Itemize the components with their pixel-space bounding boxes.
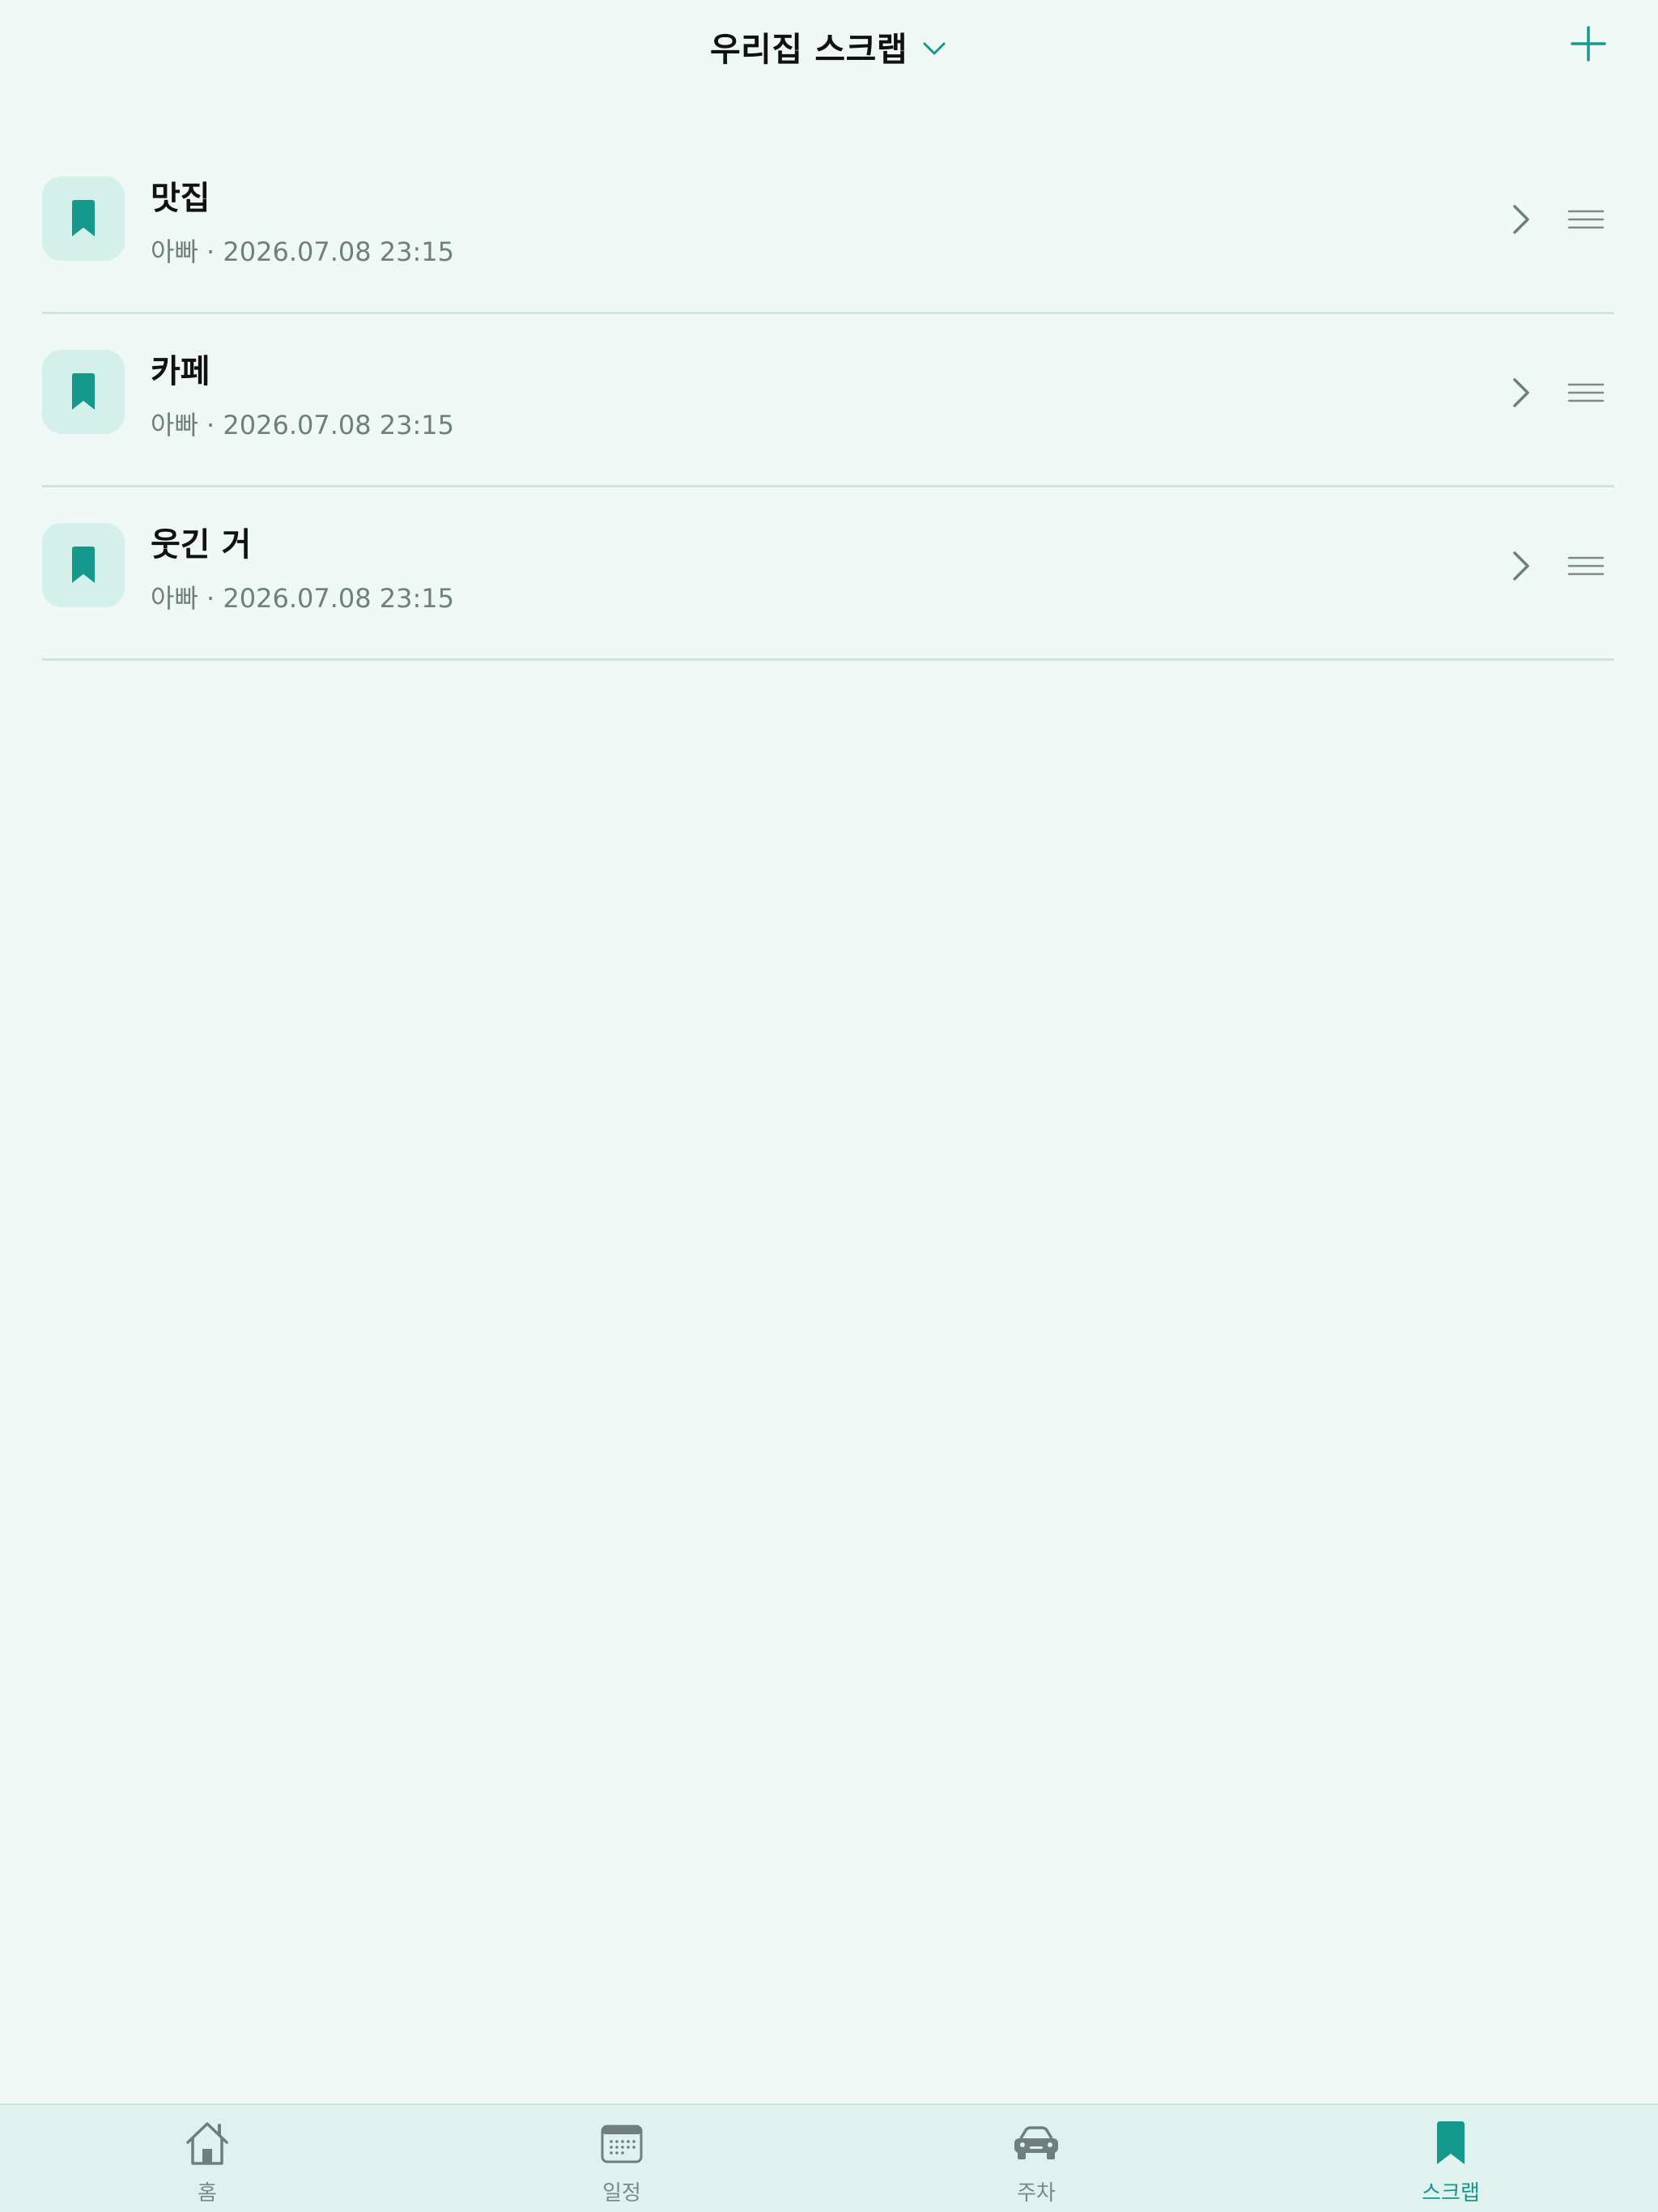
app-root: 우리집 스크랩 맛집 아빠 · 2026.07.08 23:15 카페 아빠 ·…	[0, 0, 1658, 2212]
calendar-icon-wrap	[597, 2118, 647, 2168]
car-icon	[1014, 2126, 1058, 2159]
chevron-right-icon[interactable]	[1506, 202, 1537, 236]
chevron-right-icon[interactable]	[1506, 549, 1537, 583]
tab-label: 스크랩	[1422, 2181, 1480, 2206]
tab-home[interactable]: 홈	[0, 2105, 414, 2212]
drag-handle-icon[interactable]	[1566, 206, 1606, 233]
scrap-meta: 아빠 · 2026.07.08 23:15	[151, 410, 455, 440]
bookmark-icon	[72, 373, 95, 410]
bookmark-icon-wrap	[1426, 2118, 1476, 2168]
plus-icon[interactable]	[1569, 24, 1608, 63]
header: 우리집 스크랩	[0, 0, 1658, 89]
chevron-right-icon[interactable]	[1506, 376, 1537, 410]
bookmark-icon-tile	[42, 350, 125, 434]
bookmark-icon	[72, 547, 95, 583]
title-dropdown[interactable]: 우리집 스크랩	[0, 18, 1658, 74]
scrap-meta: 아빠 · 2026.07.08 23:15	[151, 236, 455, 267]
scrap-title: 카페	[151, 353, 210, 390]
tab-scrap[interactable]: 스크랩	[1244, 2105, 1658, 2212]
scrap-row[interactable]: 맛집 아빠 · 2026.07.08 23:15	[42, 141, 1614, 314]
page-title: 우리집 스크랩	[709, 30, 908, 69]
tab-label: 일정	[602, 2181, 641, 2206]
bookmark-icon-tile	[42, 523, 125, 607]
scrap-list: 맛집 아빠 · 2026.07.08 23:15 카페 아빠 · 2026.07…	[42, 141, 1614, 661]
tab-calendar[interactable]: 일정	[414, 2105, 829, 2212]
drag-handle-icon[interactable]	[1566, 379, 1606, 406]
tab-bar: 홈 일정 주차 스크랩	[0, 2104, 1658, 2212]
bookmark-icon-tile	[42, 177, 125, 261]
tab-parking[interactable]: 주차	[829, 2105, 1244, 2212]
chevron-down-icon	[923, 42, 946, 55]
scrap-title: 맛집	[151, 180, 210, 217]
car-icon-wrap	[1011, 2118, 1061, 2168]
scrap-row[interactable]: 웃긴 거 아빠 · 2026.07.08 23:15	[42, 487, 1614, 661]
scrap-row[interactable]: 카페 아빠 · 2026.07.08 23:15	[42, 314, 1614, 487]
bookmark-icon	[1437, 2121, 1465, 2164]
home-icon-wrap	[182, 2118, 232, 2168]
bookmark-icon	[72, 200, 95, 236]
scrap-meta: 아빠 · 2026.07.08 23:15	[151, 583, 455, 614]
tab-label: 홈	[198, 2181, 217, 2206]
tab-label: 주차	[1017, 2181, 1056, 2206]
scrap-title: 웃긴 거	[151, 526, 252, 564]
home-icon	[186, 2122, 228, 2165]
drag-handle-icon[interactable]	[1566, 552, 1606, 580]
calendar-icon	[601, 2125, 643, 2163]
